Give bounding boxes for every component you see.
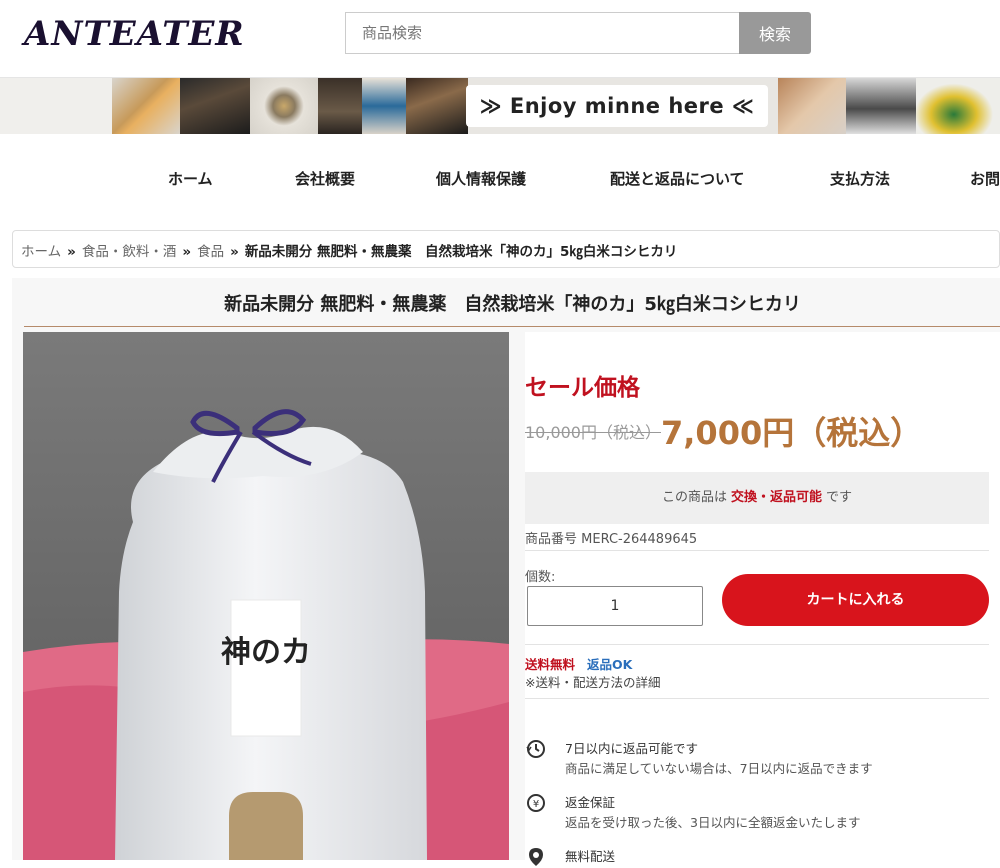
site-logo[interactable]: ANTEATER (24, 14, 245, 54)
search-bar: 検索 (345, 12, 811, 54)
breadcrumb-category[interactable]: 食品・飲料・酒 (82, 244, 177, 260)
guarantee-title: 返金保証 (565, 795, 616, 810)
nav-item-company[interactable]: 会社概要 (295, 168, 355, 189)
add-to-cart-button[interactable]: カートに入れる (722, 574, 989, 626)
banner-photo-workshop (318, 78, 362, 134)
promo-banner[interactable]: ≫ Enjoy minne here ≪ (0, 78, 1000, 134)
shipping-details-link[interactable]: ※送料・配送方法の詳細 (525, 672, 660, 691)
return-cycle-icon (526, 740, 545, 758)
banner-photo-artisan (362, 78, 406, 134)
banner-cta-text[interactable]: ≫ Enjoy minne here ≪ (466, 85, 768, 127)
return-notice-prefix: この商品は (661, 490, 727, 505)
banner-photo-felt-hat (916, 78, 1000, 134)
rice-bag-illustration: 神のカ (23, 332, 509, 860)
search-button[interactable]: 検索 (739, 12, 811, 54)
guarantee-title: 7日以内に返品可能です (565, 741, 698, 756)
quantity-label: 個数: (525, 570, 556, 585)
main-nav: ホーム 会社概要 個人情報保護 配送と返品について 支払方法 お問 (0, 134, 1000, 218)
breadcrumb-separator: » (182, 244, 192, 260)
guarantee-desc: 返品を受け取った後、3日以内に全額返金いたします (565, 815, 861, 830)
divider (525, 698, 989, 699)
price-row: 10,000円（税込）7,000円（税込） (525, 408, 922, 454)
original-price: 10,000円（税込） (525, 423, 661, 442)
banner-photo-keychain (112, 78, 180, 134)
breadcrumb-current: 新品未開分 無肥料・無農薬 自然栽培米「神のカ」5㎏白米コシヒカリ (244, 244, 678, 260)
banner-photo-earring (778, 78, 846, 134)
nav-item-payment[interactable]: 支払方法 (830, 168, 890, 189)
search-input[interactable] (345, 12, 739, 54)
sale-label: セール価格 (525, 375, 640, 401)
product-title: 新品未開分 無肥料・無農薬 自然栽培米「神のカ」5㎏白米コシヒカリ (24, 290, 1000, 327)
nav-item-privacy[interactable]: 個人情報保護 (436, 168, 526, 189)
location-pin-icon (529, 848, 543, 866)
breadcrumb-separator: » (230, 244, 239, 260)
sale-price: 7,000円（税込） (661, 414, 923, 452)
product-sku: 商品番号 MERC-264489645 (525, 532, 698, 547)
breadcrumb-subcategory[interactable]: 食品 (197, 244, 224, 260)
quantity-input[interactable] (527, 586, 703, 626)
return-ok-badge: 返品OK (587, 657, 633, 672)
bag-label-text: 神のカ (221, 635, 311, 670)
breadcrumb-home[interactable]: ホーム (21, 244, 61, 260)
guarantee-title: 無料配送 (565, 849, 616, 864)
divider (525, 550, 989, 551)
product-section: 新品未開分 無肥料・無農薬 自然栽培米「神のカ」5㎏白米コシヒカリ 神のカ セー… (12, 278, 1000, 866)
nav-item-contact[interactable]: お問 (970, 168, 1000, 189)
nav-item-home[interactable]: ホーム (168, 168, 213, 189)
breadcrumb-separator: » (67, 244, 76, 260)
yen-coin-icon: ¥ (527, 794, 545, 812)
divider (525, 644, 989, 645)
nav-item-shipping-returns[interactable]: 配送と返品について (610, 168, 745, 189)
return-notice-highlight: 交換・返品可能 (730, 490, 822, 505)
banner-photo-designer (846, 78, 916, 134)
banner-photo-craftsman (180, 78, 250, 134)
product-info-panel: セール価格 10,000円（税込）7,000円（税込） この商品は 交換・返品可能… (525, 332, 1000, 866)
banner-photo-bag (406, 78, 468, 134)
return-notice-suffix: です (826, 490, 853, 505)
site-header: ANTEATER 検索 (0, 0, 1000, 78)
banner-photo-brooch (250, 78, 318, 134)
free-shipping-badge: 送料無料 (525, 657, 576, 672)
product-image[interactable]: 神のカ (23, 332, 509, 860)
breadcrumb: ホーム » 食品・飲料・酒 » 食品 » 新品未開分 無肥料・無農薬 自然栽培米「神のカ」5… (12, 230, 1000, 268)
guarantee-desc: 商品に満足していない場合は、7日以内に返品できます (565, 761, 873, 776)
svg-text:¥: ¥ (533, 799, 539, 810)
return-notice: この商品は 交換・返品可能 です (525, 472, 989, 524)
